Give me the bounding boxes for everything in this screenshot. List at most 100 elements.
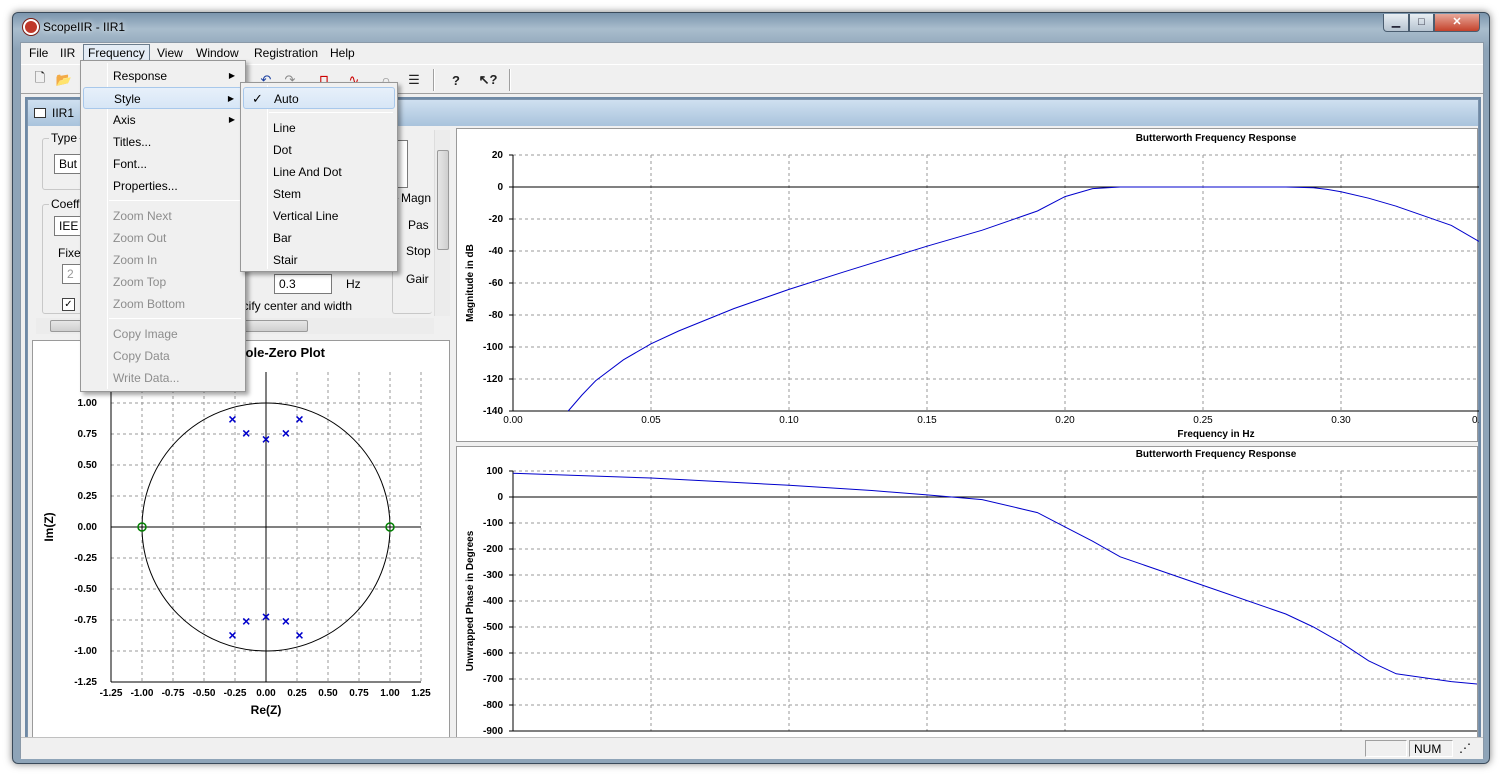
y-tick-label: -1.25	[74, 677, 97, 688]
title-bar[interactable]: ScopeIIR - IIR1 ▁ □ ✕	[13, 13, 1489, 43]
menu-window[interactable]: Window	[196, 46, 239, 60]
phase-svg: 100 0 -100 -200 -300 -400 -500 -600 -700 -800 -900…	[465, 449, 1477, 737]
help-icon[interactable]: ?	[445, 69, 467, 91]
specify-checkbox[interactable]: ✓	[62, 298, 75, 311]
panel-vertical-scrollbar[interactable]	[434, 130, 450, 316]
y-tick-label: 20	[492, 150, 504, 161]
y-tick-label: -500	[483, 622, 503, 633]
close-button[interactable]: ✕	[1434, 14, 1480, 32]
type-label: Type	[49, 131, 80, 145]
menu-item-zoom-out[interactable]: Zoom Out	[83, 227, 243, 249]
menu-item-zoom-bottom[interactable]: Zoom Bottom	[83, 293, 243, 315]
frequency-field[interactable]: 0.3	[274, 274, 332, 294]
magnitude-svg: 0.00 0.05 0.10 0.15 0.20 0.25 0.30 0.3 20 0 -20 -40…	[465, 133, 1486, 440]
style-item-dot[interactable]: Dot	[243, 139, 395, 161]
hz-label: Hz	[346, 277, 361, 291]
response-label: Response	[113, 69, 168, 83]
x-tick-label: -0.50	[193, 688, 216, 699]
magn-label: Magn	[399, 191, 434, 205]
menu-registration[interactable]: Registration	[254, 46, 318, 60]
text-icon[interactable]: ☰	[403, 69, 425, 91]
y-tick-label: 0	[497, 182, 503, 193]
x-tick-label: 0.20	[1055, 415, 1075, 426]
status-bar: NUM ⋰	[21, 737, 1483, 759]
submenu-arrow-icon: ▶	[228, 115, 235, 124]
y-tick-label: -20	[489, 214, 504, 225]
style-label: Style	[114, 92, 141, 106]
style-item-vertical-line[interactable]: Vertical Line	[243, 205, 395, 227]
menu-item-zoom-in[interactable]: Zoom In	[83, 249, 243, 271]
y-tick-label: -200	[483, 544, 503, 555]
minimize-button[interactable]: ▁	[1383, 14, 1409, 32]
menu-help[interactable]: Help	[330, 46, 355, 60]
style-item-stem[interactable]: Stem	[243, 183, 395, 205]
menu-item-zoom-top[interactable]: Zoom Top	[83, 271, 243, 293]
submenu-arrow-icon: ▶	[227, 94, 234, 103]
x-tick-label: 0.10	[779, 415, 799, 426]
num-lock-indicator: NUM	[1409, 740, 1453, 757]
menu-item-copy-data[interactable]: Copy Data	[83, 345, 243, 367]
pole-zero-svg: -1.25 -1.00 -0.75 -0.50 -0.25 0.00 0.25 0.50 0.7…	[42, 345, 431, 717]
menu-item-copy-image[interactable]: Copy Image	[83, 323, 243, 345]
pole-marker: ×	[242, 613, 250, 629]
style-item-line[interactable]: Line	[243, 117, 395, 139]
x-tick-label: 0.00	[503, 415, 523, 426]
context-help-icon[interactable]: ↖?	[477, 69, 499, 91]
fixed-label: Fixe	[58, 246, 81, 260]
maximize-button[interactable]: □	[1409, 14, 1434, 32]
x-tick-label: 1.25	[411, 688, 431, 699]
x-tick-label: -0.75	[162, 688, 185, 699]
x-tick-label: 0.00	[256, 688, 276, 699]
y-tick-label: 1.00	[78, 398, 98, 409]
x-tick-label: 0.30	[1331, 415, 1351, 426]
x-tick-label: 0.75	[349, 688, 369, 699]
y-tick-label: 0.75	[78, 429, 98, 440]
y-tick-label: -140	[483, 406, 503, 417]
checkmark-icon: ✓	[252, 91, 263, 106]
menu-item-properties[interactable]: Properties...	[83, 175, 243, 197]
x-tick-label: 0.3	[1472, 415, 1479, 426]
status-cell-empty	[1365, 740, 1407, 757]
x-tick-label: -0.25	[224, 688, 247, 699]
menu-item-titles[interactable]: Titles...	[83, 131, 243, 153]
y-tick-label: -0.25	[74, 553, 97, 564]
pole-marker: ×	[295, 411, 303, 427]
y-tick-label: -300	[483, 570, 503, 581]
pole-marker: ×	[228, 411, 236, 427]
menu-file[interactable]: File	[29, 46, 48, 60]
y-tick-label: -900	[483, 726, 503, 737]
y-tick-label: -400	[483, 596, 503, 607]
pole-marker: ×	[282, 613, 290, 629]
menu-item-zoom-next[interactable]: Zoom Next	[83, 205, 243, 227]
style-item-stair[interactable]: Stair	[243, 249, 395, 271]
x-tick-label: 0.25	[287, 688, 307, 699]
menu-item-axis[interactable]: Axis ▶	[83, 109, 243, 131]
menu-item-response[interactable]: Response ▶	[83, 65, 243, 87]
y-tick-label: -0.50	[74, 584, 97, 595]
menu-item-write-data[interactable]: Write Data...	[83, 367, 243, 389]
x-tick-label: 0.15	[917, 415, 937, 426]
x-tick-label: 0.25	[1193, 415, 1213, 426]
y-tick-label: 100	[486, 466, 503, 477]
style-item-line-and-dot[interactable]: Line And Dot	[243, 161, 395, 183]
menu-item-font[interactable]: Font...	[83, 153, 243, 175]
menu-view[interactable]: View	[157, 46, 183, 60]
style-item-auto[interactable]: ✓ Auto	[243, 87, 395, 109]
resize-grip[interactable]: ⋰	[1455, 740, 1481, 757]
y-tick-label: -80	[489, 310, 504, 321]
y-axis-label: Im(Z)	[42, 512, 56, 541]
style-item-bar[interactable]: Bar	[243, 227, 395, 249]
open-folder-icon[interactable]: 📂	[53, 69, 75, 91]
pole-marker: ×	[295, 627, 303, 643]
series-line	[567, 186, 1480, 412]
new-file-icon[interactable]: 🗋	[29, 69, 51, 91]
y-tick-label: -60	[489, 278, 504, 289]
menu-item-style[interactable]: Style ▶	[83, 87, 243, 109]
window-title: ScopeIIR - IIR1	[43, 20, 126, 34]
stop-label: Stop	[406, 244, 431, 258]
menu-iir[interactable]: IIR	[60, 46, 75, 60]
y-tick-label: -120	[483, 374, 503, 385]
coeff-label: Coeff	[49, 197, 82, 211]
y-axis-label: Magnitude in dB	[465, 244, 476, 322]
pole-marker: ×	[242, 425, 250, 441]
